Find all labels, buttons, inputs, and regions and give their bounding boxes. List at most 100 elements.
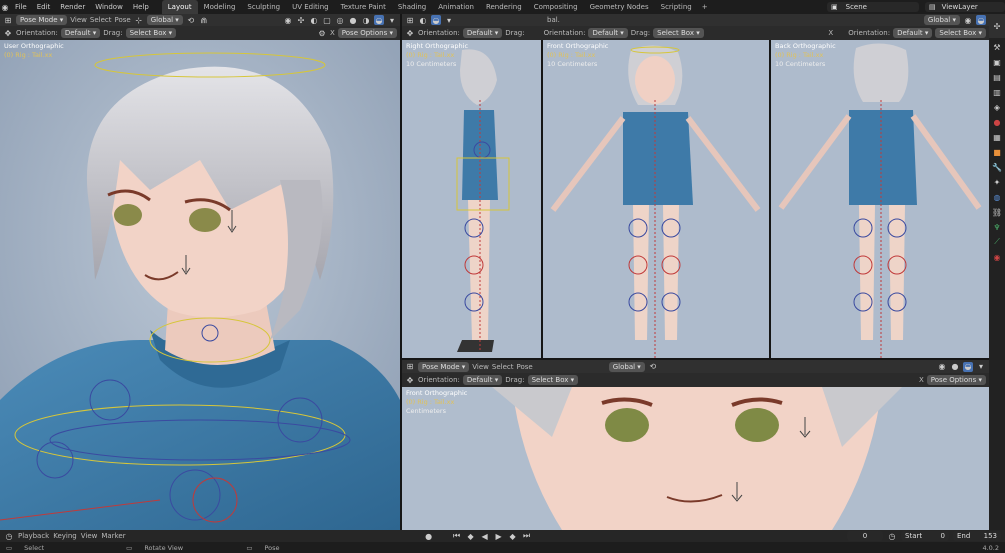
menu-edit[interactable]: Edit	[32, 0, 56, 14]
pose-options-button[interactable]: Pose Options ▾	[337, 28, 397, 38]
tab-shading[interactable]: Shading	[392, 0, 432, 14]
snap-icon[interactable]: ⋒	[199, 15, 209, 25]
menu-window[interactable]: Window	[90, 0, 128, 14]
physics-tab-icon[interactable]: ◍	[992, 192, 1002, 202]
shading-rendered-icon-2[interactable]: ◒	[431, 15, 441, 25]
menu-select-2[interactable]: Select	[492, 363, 514, 371]
move-tool-icon-3[interactable]: ✥	[405, 375, 415, 385]
play-reverse-icon[interactable]: ◀	[480, 531, 490, 541]
tab-uv-editing[interactable]: UV Editing	[286, 0, 335, 14]
menu-pose[interactable]: Pose	[115, 16, 131, 24]
shading-rendered-icon[interactable]: ◒	[374, 15, 384, 25]
scene-selector[interactable]: ▣ Scene	[827, 2, 919, 12]
overlay-icon[interactable]: ◐	[309, 15, 319, 25]
navigation-gizmo-icon[interactable]: ✣	[992, 21, 1002, 31]
visibility-icon[interactable]: ◉	[283, 15, 293, 25]
bottom-front-viewport[interactable]: Front Orthographic (0) Rig : Tail.xx Cen…	[402, 387, 989, 530]
x-mirror-toggle-2[interactable]: X	[828, 29, 833, 37]
end-frame-field[interactable]: End 153	[953, 531, 1001, 541]
menu-help[interactable]: Help	[128, 0, 154, 14]
scene-tab-icon[interactable]: ◈	[992, 102, 1002, 112]
transform-dropdown-2[interactable]: Global ▾	[923, 15, 960, 25]
orientation-dropdown-2[interactable]: Default ▾	[462, 28, 503, 38]
object-tab-icon[interactable]: ■	[992, 147, 1002, 157]
output-tab-icon[interactable]: ▤	[992, 72, 1002, 82]
orientation-dropdown[interactable]: Default ▾	[60, 28, 101, 38]
bone-tab-icon[interactable]: ⟋	[992, 237, 1002, 247]
pose-options-button-2[interactable]: Pose Options ▾	[926, 375, 986, 385]
pivot-icon[interactable]: ⟲	[186, 15, 196, 25]
xray-icon[interactable]: ▢	[322, 15, 332, 25]
pivot-icon-2[interactable]: ⟲	[648, 362, 658, 372]
orientation-dropdown-4[interactable]: Default ▾	[893, 28, 933, 38]
shading-wire-icon[interactable]: ◎	[335, 15, 345, 25]
x-mirror-toggle-3[interactable]: X	[919, 376, 924, 384]
jump-end-icon[interactable]: ⏭	[522, 531, 532, 541]
tab-animation[interactable]: Animation	[432, 0, 480, 14]
menu-keying[interactable]: Keying	[53, 532, 77, 540]
tool-settings-icon[interactable]: ⚙	[317, 28, 327, 38]
view-layer-tab-icon[interactable]: ▥	[992, 87, 1002, 97]
menu-view-2[interactable]: View	[472, 363, 489, 371]
next-keyframe-icon[interactable]: ◆	[508, 531, 518, 541]
shading-rendered-icon-4[interactable]: ◒	[963, 361, 973, 372]
editor-type-icon-3[interactable]: ⊞	[405, 362, 415, 372]
mode-dropdown[interactable]: Pose Mode ▾	[16, 15, 68, 25]
tab-sculpting[interactable]: Sculpting	[241, 0, 286, 14]
orientation-dropdown-5[interactable]: Default ▾	[462, 375, 503, 385]
back-ortho-viewport[interactable]: Back Orthographic (0) Rig : Tail.xx 10 C…	[771, 40, 989, 358]
world-tab-icon[interactable]: ●	[992, 117, 1002, 127]
move-tool-icon-2[interactable]: ✥	[405, 28, 415, 38]
drag-dropdown-4[interactable]: Select Box ▾	[935, 28, 986, 38]
tool-tab-icon[interactable]: ⚒	[992, 42, 1002, 52]
menu-pose-2[interactable]: Pose	[517, 363, 533, 371]
current-frame-field[interactable]: 0	[847, 531, 883, 541]
tab-scripting[interactable]: Scripting	[655, 0, 698, 14]
tab-geometry-nodes[interactable]: Geometry Nodes	[584, 0, 655, 14]
editor-type-icon[interactable]: ⊞	[3, 15, 13, 25]
shading-options-icon-3[interactable]: ▾	[976, 362, 986, 372]
front-ortho-viewport[interactable]: Front Orthographic (0) Rig : Tail.xx 10 …	[543, 40, 769, 358]
tab-rendering[interactable]: Rendering	[480, 0, 528, 14]
tab-texture-paint[interactable]: Texture Paint	[335, 0, 392, 14]
move-tool-icon[interactable]: ✥	[3, 28, 13, 38]
menu-marker[interactable]: Marker	[101, 532, 125, 540]
prev-keyframe-icon[interactable]: ◆	[466, 531, 476, 541]
modifier-tab-icon[interactable]: 🔧	[992, 162, 1002, 172]
drag-dropdown[interactable]: Select Box ▾	[125, 28, 177, 38]
gizmo-icon[interactable]: ✣	[296, 15, 306, 25]
start-frame-field[interactable]: Start 0	[901, 531, 949, 541]
shading-options-icon-2[interactable]: ▾	[444, 15, 454, 25]
transform-orientation-icon[interactable]: ⊹	[134, 15, 144, 25]
visibility-icon-2[interactable]: ◉	[963, 15, 973, 25]
menu-select[interactable]: Select	[90, 16, 112, 24]
particles-tab-icon[interactable]: ✦	[992, 177, 1002, 187]
transform-dropdown[interactable]: Global ▾	[146, 15, 183, 25]
drag-dropdown-3[interactable]: Select Box ▾	[653, 28, 704, 38]
timeline-editor-icon[interactable]: ◷	[4, 531, 14, 541]
editor-type-icon-2[interactable]: ⊞	[405, 15, 415, 25]
transform-short-label[interactable]: bal.	[547, 16, 560, 24]
constraints-tab-icon[interactable]: ⛓	[992, 207, 1002, 217]
drag-dropdown-5[interactable]: Select Box ▾	[527, 375, 579, 385]
render-tab-icon[interactable]: ▣	[992, 57, 1002, 67]
shading-options-icon[interactable]: ▾	[387, 15, 397, 25]
tab-compositing[interactable]: Compositing	[528, 0, 584, 14]
tab-layout[interactable]: Layout	[161, 0, 198, 14]
overlay-icon-2[interactable]: ◐	[418, 15, 428, 25]
transform-dropdown-3[interactable]: Global ▾	[608, 361, 645, 372]
material-tab-icon[interactable]: ◉	[992, 252, 1002, 262]
main-viewport[interactable]: User Orthographic (0) Rig : Tail.xx	[0, 40, 400, 530]
data-tab-icon[interactable]: ♆	[992, 222, 1002, 232]
menu-timeline-view[interactable]: View	[81, 532, 98, 540]
menu-file[interactable]: File	[10, 0, 32, 14]
right-ortho-viewport[interactable]: Right Orthographic (0) Rig : Tail.xx 10 …	[402, 40, 541, 358]
menu-render[interactable]: Render	[55, 0, 90, 14]
view-layer-selector[interactable]: ▤ ViewLayer	[925, 2, 1005, 12]
orientation-dropdown-3[interactable]: Default ▾	[588, 28, 628, 38]
shading-material-icon[interactable]: ◑	[361, 15, 371, 25]
blender-logo-icon[interactable]: ◉	[0, 2, 10, 12]
add-workspace-icon[interactable]: +	[698, 3, 712, 11]
preview-range-icon[interactable]: ◷	[887, 531, 897, 541]
visibility-icon-3[interactable]: ◉	[937, 362, 947, 372]
